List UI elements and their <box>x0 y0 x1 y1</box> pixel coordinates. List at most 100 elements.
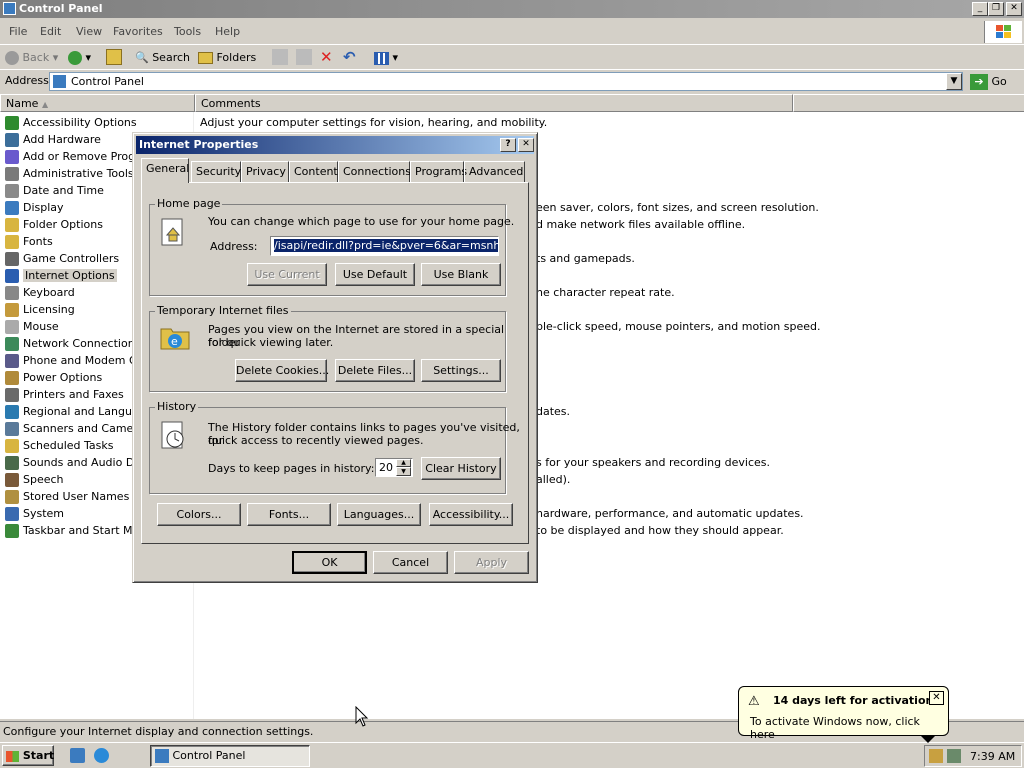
days-label: Days to keep pages in history: <box>208 462 375 475</box>
delete-icon[interactable]: ✕ <box>320 49 333 66</box>
home-address-value: /isapi/redir.dll?prd=ie&pver=6&ar=msnhom… <box>274 239 498 252</box>
item-name: Fonts <box>23 235 53 248</box>
colors-button[interactable]: Colors... <box>157 503 241 526</box>
tab-advanced[interactable]: Advanced <box>464 161 525 182</box>
ie-quicklaunch-icon[interactable] <box>94 748 109 763</box>
history-icon <box>159 419 191 453</box>
list-item[interactable]: Accessibility Options <box>5 114 191 131</box>
help-button[interactable]: ? <box>500 138 516 152</box>
days-spinner[interactable]: 20 ▲ ▼ <box>375 458 413 477</box>
use-current-button[interactable]: Use Current <box>247 263 327 286</box>
menu-view[interactable]: View <box>76 25 102 38</box>
item-name: Date and Time <box>23 184 104 197</box>
tab-content[interactable]: Content <box>289 161 338 182</box>
item-icon <box>5 320 19 334</box>
tab-general[interactable]: General <box>141 158 189 183</box>
balloon-close-icon[interactable]: ✕ <box>929 691 944 705</box>
menu-help[interactable]: Help <box>215 25 240 38</box>
internet-properties-dialog: Internet Properties ? ✕ General Security… <box>132 132 538 583</box>
item-icon <box>5 133 19 147</box>
back-arrow-icon <box>5 51 19 65</box>
menu-file[interactable]: File <box>9 25 27 38</box>
ok-button[interactable]: OK <box>292 551 367 574</box>
tab-connections[interactable]: Connections <box>338 161 411 182</box>
item-name: Licensing <box>23 303 75 316</box>
item-comment: ble-click speed, mouse pointers, and mot… <box>536 320 821 333</box>
column-header-comments[interactable]: Comments <box>195 94 793 112</box>
home-address-input[interactable]: /isapi/redir.dll?prd=ie&pver=6&ar=msnhom… <box>270 236 499 256</box>
balloon-text[interactable]: To activate Windows now, click here <box>750 715 948 741</box>
general-tab-panel: Home page You can change which page to u… <box>141 182 529 544</box>
window-titlebar[interactable]: Control Panel _ ❐ ✕ <box>0 0 1024 18</box>
delete-files-button[interactable]: Delete Files... <box>335 359 415 382</box>
clock[interactable]: 7:39 AM <box>970 750 1015 763</box>
apply-button[interactable]: Apply <box>454 551 529 574</box>
folders-icon <box>198 52 213 64</box>
address-value: Control Panel <box>71 75 144 88</box>
activation-balloon[interactable]: ⚠ 14 days left for activation ✕ To activ… <box>738 686 949 741</box>
warning-icon: ⚠ <box>748 694 760 709</box>
spinner-up-icon[interactable]: ▲ <box>396 459 411 467</box>
taskbar-control-panel-button[interactable]: Control Panel <box>150 745 310 767</box>
item-icon <box>5 252 19 266</box>
item-name: Mouse <box>23 320 59 333</box>
minimize-button[interactable]: _ <box>972 2 988 16</box>
dialog-close-button[interactable]: ✕ <box>518 138 534 152</box>
activation-tray-icon[interactable] <box>929 749 943 763</box>
close-button[interactable]: ✕ <box>1006 2 1022 16</box>
item-name: Network Connections <box>23 337 141 350</box>
menu-edit[interactable]: Edit <box>40 25 61 38</box>
undo-icon[interactable]: ↶ <box>343 49 356 66</box>
home-page-icon <box>159 217 187 247</box>
item-name: Folder Options <box>23 218 103 231</box>
item-name: Accessibility Options <box>23 116 137 129</box>
tab-security[interactable]: Security <box>191 161 241 182</box>
folders-button[interactable]: Folders <box>198 49 256 66</box>
item-comment: een saver, colors, font sizes, and scree… <box>536 201 819 214</box>
control-panel-small-icon <box>53 75 66 88</box>
use-blank-button[interactable]: Use Blank <box>421 263 501 286</box>
tab-privacy[interactable]: Privacy <box>241 161 289 182</box>
fonts-button[interactable]: Fonts... <box>247 503 331 526</box>
network-tray-icon[interactable] <box>947 749 961 763</box>
column-header-name[interactable]: Name ▲ <box>0 94 195 112</box>
item-icon <box>5 490 19 504</box>
clear-history-button[interactable]: Clear History <box>421 457 501 480</box>
accessibility-button[interactable]: Accessibility... <box>429 503 513 526</box>
item-name: Printers and Faxes <box>23 388 124 401</box>
use-default-button[interactable]: Use Default <box>335 263 415 286</box>
restore-button[interactable]: ❐ <box>988 2 1004 16</box>
show-desktop-icon[interactable] <box>70 748 85 763</box>
forward-button[interactable]: ▾ <box>68 49 91 66</box>
settings-button[interactable]: Settings... <box>421 359 501 382</box>
copy-to-icon[interactable] <box>296 49 312 65</box>
menu-tools[interactable]: Tools <box>174 25 201 38</box>
spinner-down-icon[interactable]: ▼ <box>396 467 411 476</box>
views-button[interactable]: ▾ <box>374 49 398 66</box>
dialog-titlebar[interactable]: Internet Properties ? ✕ <box>136 136 534 154</box>
address-dropdown-button[interactable]: ▼ <box>946 73 962 90</box>
go-button[interactable]: ➔ Go <box>970 72 1007 91</box>
item-icon <box>5 150 19 164</box>
item-icon <box>5 218 19 232</box>
item-comment: d make network files available offline. <box>536 218 746 231</box>
tab-programs[interactable]: Programs <box>410 161 467 182</box>
item-comment: s for your speakers and recording device… <box>536 456 770 469</box>
taskbar: Start Control Panel 7:39 AM <box>0 742 1024 768</box>
home-page-desc: You can change which page to use for you… <box>208 215 515 228</box>
start-button[interactable]: Start <box>2 745 54 766</box>
menu-favorites[interactable]: Favorites <box>113 25 163 38</box>
languages-button[interactable]: Languages... <box>337 503 421 526</box>
item-icon <box>5 388 19 402</box>
search-button[interactable]: 🔍 Search <box>135 49 190 66</box>
item-comment: Adjust your computer settings for vision… <box>200 116 548 129</box>
column-header-blank <box>793 94 1024 112</box>
move-to-icon[interactable] <box>272 49 288 65</box>
back-button[interactable]: Back ▾ <box>5 49 58 66</box>
address-input[interactable]: Control Panel ▼ <box>49 72 963 91</box>
search-icon: 🔍 <box>135 51 149 64</box>
cancel-button[interactable]: Cancel <box>373 551 448 574</box>
up-folder-icon[interactable] <box>106 49 122 65</box>
delete-cookies-button[interactable]: Delete Cookies... <box>235 359 329 382</box>
item-icon <box>5 422 19 436</box>
